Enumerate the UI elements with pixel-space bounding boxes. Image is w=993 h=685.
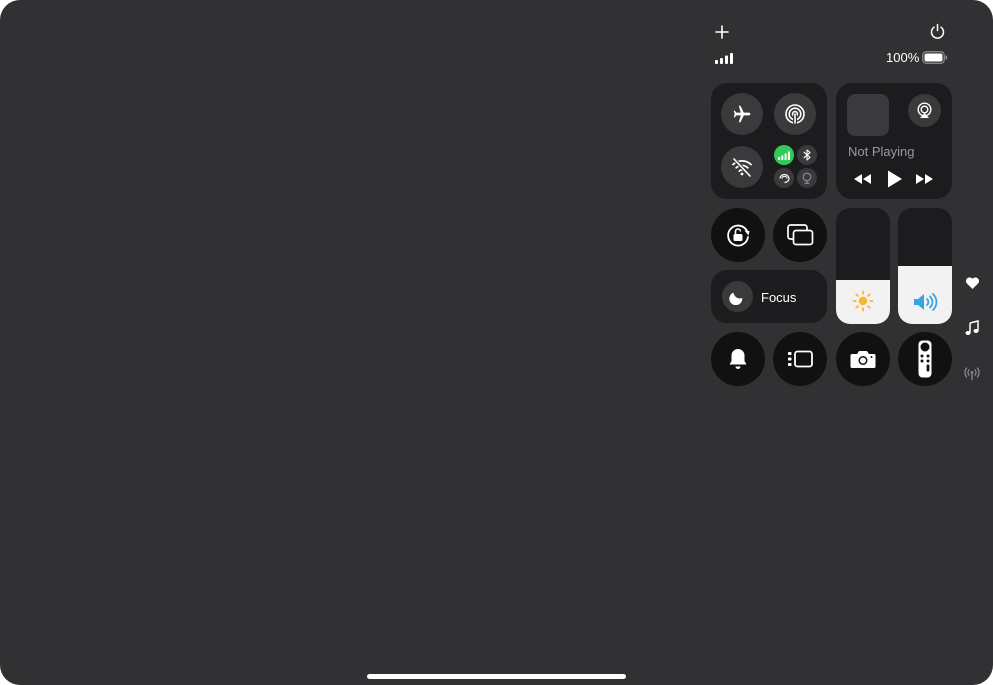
brightness-slider[interactable] — [836, 208, 890, 324]
connectivity-antenna-icon[interactable] — [964, 367, 980, 381]
wifi-button[interactable] — [721, 146, 763, 188]
play-icon — [888, 170, 902, 188]
music-note-icon[interactable] — [965, 320, 979, 336]
battery-icon — [922, 51, 948, 64]
sun-icon — [852, 290, 874, 312]
bluetooth-button[interactable] — [797, 145, 817, 165]
album-artwork — [847, 94, 889, 136]
airplay-audio-icon — [917, 102, 932, 118]
focus-icon-circle — [722, 281, 753, 312]
cellular-icon — [778, 151, 790, 160]
screen-mirroring-icon — [787, 224, 814, 246]
apple-tv-remote-button[interactable] — [898, 332, 952, 386]
airplane-icon — [733, 105, 751, 123]
bluetooth-icon — [803, 149, 811, 161]
battery-percentage: 100% — [886, 50, 920, 65]
add-control-icon[interactable] — [714, 24, 730, 40]
remote-icon — [918, 340, 932, 378]
fast-forward-button[interactable] — [914, 172, 935, 186]
fast-forward-icon — [916, 174, 933, 184]
stage-manager-button[interactable] — [773, 332, 827, 386]
favorites-heart-icon[interactable] — [965, 276, 980, 290]
stage-manager-icon — [788, 350, 813, 368]
ipad-screen: 100% Not Playing Focus — [0, 0, 993, 685]
focus-button[interactable]: Focus — [711, 270, 827, 323]
play-button[interactable] — [886, 169, 904, 189]
vpn-button[interactable] — [797, 168, 817, 188]
rotation-lock-icon — [727, 224, 750, 247]
volume-slider[interactable] — [898, 208, 952, 324]
moon-icon — [729, 292, 743, 305]
airdrop-icon — [785, 104, 805, 125]
signal-strength-icon — [715, 52, 735, 64]
wifi-off-icon — [732, 157, 752, 177]
airdrop-button[interactable] — [774, 93, 816, 135]
power-icon[interactable] — [929, 23, 946, 40]
hotspot-icon — [778, 173, 790, 183]
camera-button[interactable] — [836, 332, 890, 386]
home-indicator[interactable] — [367, 674, 626, 679]
rewind-icon — [854, 174, 871, 184]
vpn-icon — [802, 172, 812, 184]
now-playing-title: Not Playing — [848, 144, 915, 159]
bell-icon — [729, 349, 747, 369]
airplane-mode-button[interactable] — [721, 93, 763, 135]
cellular-data-button[interactable] — [774, 145, 794, 165]
orientation-lock-button[interactable] — [711, 208, 765, 262]
rewind-button[interactable] — [852, 172, 873, 186]
personal-hotspot-button[interactable] — [774, 168, 794, 188]
airplay-button[interactable] — [908, 94, 941, 127]
screen-mirroring-button[interactable] — [773, 208, 827, 262]
camera-icon — [850, 351, 876, 368]
focus-label: Focus — [761, 290, 797, 305]
silent-mode-button[interactable] — [711, 332, 765, 386]
speaker-icon — [914, 293, 938, 311]
